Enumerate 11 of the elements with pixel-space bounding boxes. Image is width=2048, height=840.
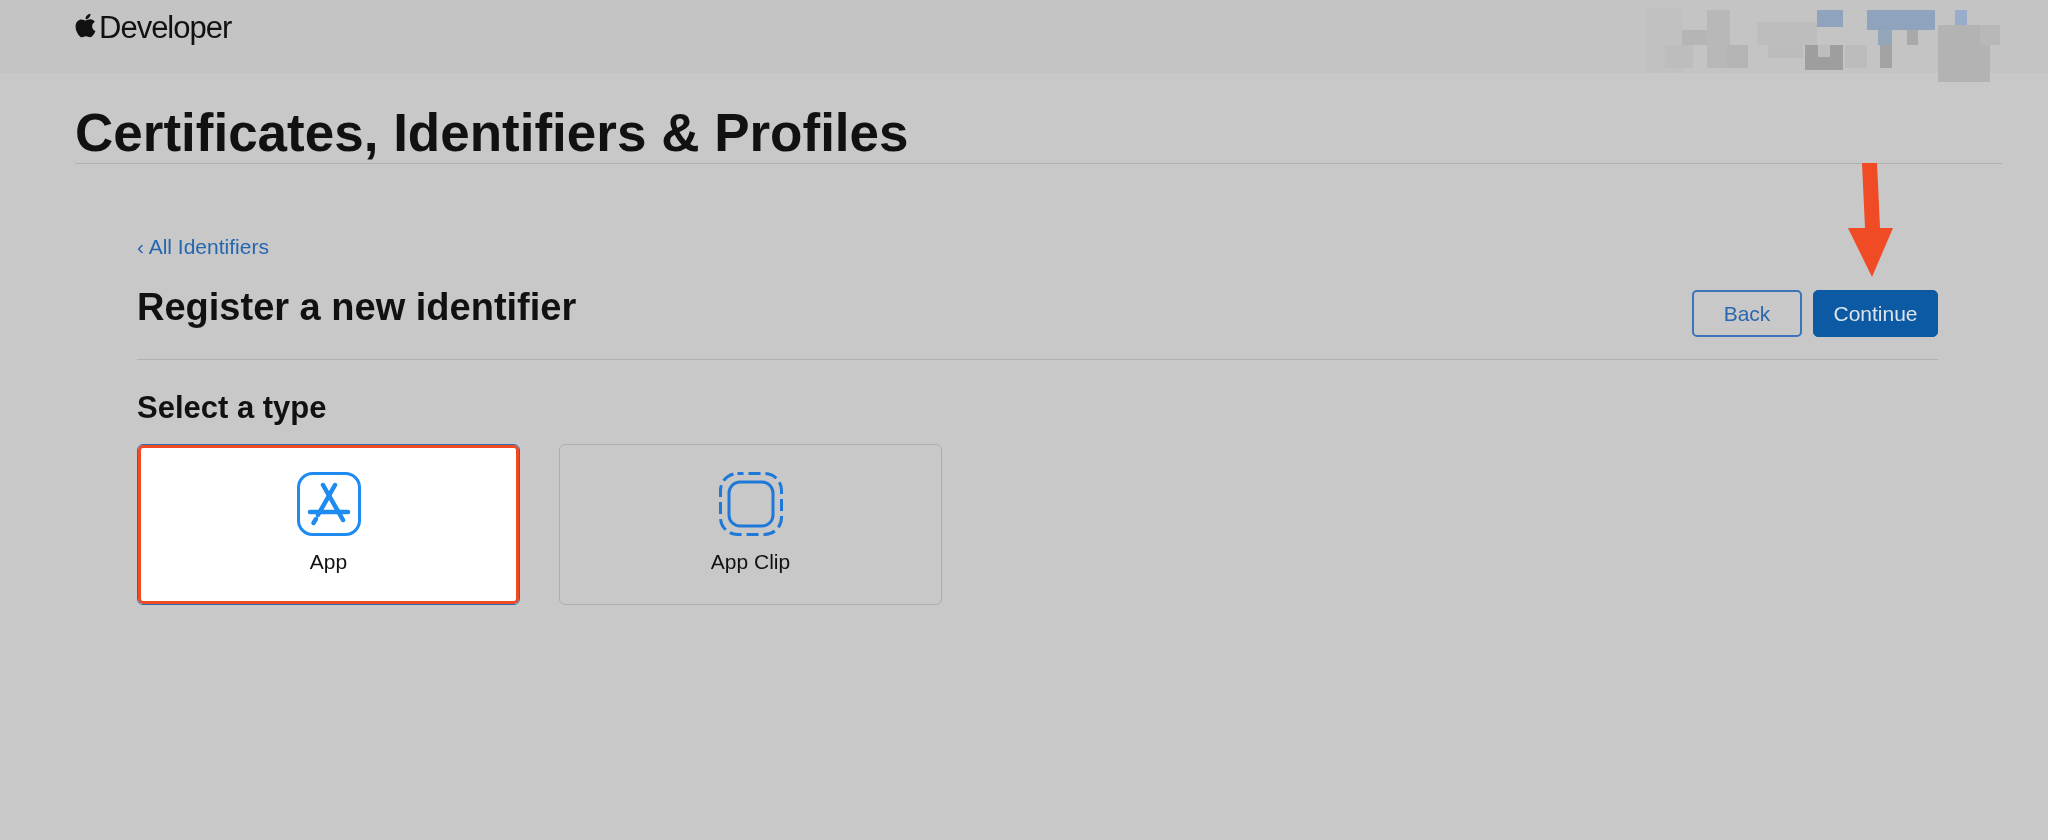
page-title: Certificates, Identifiers & Profiles [75,106,909,159]
select-type-label: Select a type [137,390,327,426]
apple-icon [75,12,96,39]
app-store-icon [296,472,361,536]
developer-logo-text[interactable]: Developer [99,10,232,46]
type-option-card[interactable]: App Clip [559,444,942,605]
app-clip-icon [718,472,783,536]
section-heading: Register a new identifier [137,285,577,329]
down-arrow-icon [1848,163,1893,277]
continue-button[interactable]: Continue [1813,290,1938,337]
type-option-card[interactable]: App [137,444,520,605]
